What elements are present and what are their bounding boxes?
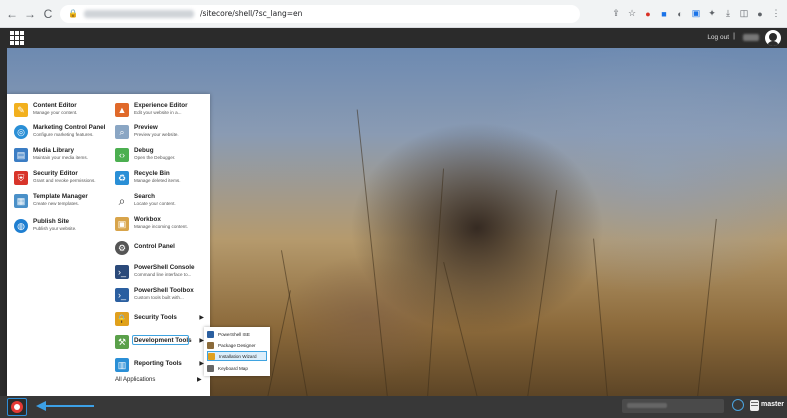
menu-item-reporting-tools[interactable]: ▥ Reporting Tools (115, 357, 182, 372)
menu-item-template-manager[interactable]: ▦ Template Manager Create new templates. (14, 193, 88, 208)
menu-item-security-tools[interactable]: 🔒 Security Tools (115, 311, 177, 326)
menu-item-powershell-toolbox[interactable]: ›_ PowerShell Toolbox Custom tools built … (115, 287, 194, 302)
url-path: /sitecore/shell/?sc_lang=en (199, 9, 303, 18)
media-icon: ▤ (14, 148, 28, 162)
menu-item-publish-site[interactable]: ◍ Publish Site Publish your website. (14, 218, 76, 233)
search-icon: ⌕ (118, 193, 126, 208)
all-applications-link[interactable]: All Applications (115, 377, 155, 383)
download-icon[interactable]: ⤓ (723, 8, 733, 19)
extensions-puzzle-icon[interactable]: ✦ (707, 8, 717, 19)
sitecore-logo-icon (11, 401, 23, 413)
submenu-item-keyboard-map[interactable]: Keyboard Map (207, 363, 267, 373)
powershell-ise-icon (207, 330, 214, 338)
menu-dots-icon[interactable]: ⋮ (771, 8, 781, 19)
forward-icon[interactable]: → (24, 8, 36, 20)
star-icon[interactable]: ☆ (627, 8, 637, 19)
share-icon[interactable]: ⇪ (611, 8, 621, 19)
topbar-separator: | (733, 33, 735, 40)
database-icon[interactable] (750, 400, 759, 411)
menu-item-control-panel[interactable]: ⚙ Control Panel (115, 240, 175, 255)
menu-item-media-library[interactable]: ▤ Media Library Maintain your media items… (14, 147, 88, 162)
submenu-item-installation-wizard[interactable]: Installation Wizard (207, 351, 267, 361)
menu-item-powershell-console[interactable]: ›_ PowerShell Console Command line interf… (115, 264, 195, 279)
target-icon: ◎ (14, 125, 28, 139)
extension-red-icon[interactable]: ● (643, 9, 653, 19)
package-designer-icon (207, 341, 214, 349)
pencil-icon: ✎ (14, 103, 28, 117)
extension-blue-icon[interactable]: ■ (659, 9, 669, 19)
browser-extensions: ⇪ ☆ ● ■ ◐ ▣ ✦ ⤓ ◫ ● ⋮ (611, 8, 781, 19)
experience-icon: ▲ (115, 103, 129, 117)
recycle-icon: ♻ (115, 171, 129, 185)
development-tools-selection-outline (132, 335, 189, 345)
debug-icon: ‹› (115, 148, 129, 162)
redacted-username (743, 34, 759, 41)
back-icon[interactable]: ← (6, 8, 18, 20)
menu-item-content-editor[interactable]: ✎ Content Editor Manage your content. (14, 102, 77, 117)
start-menu: ✎ Content Editor Manage your content. ◎ M… (7, 94, 210, 396)
sidepanel-icon[interactable]: ◫ (739, 8, 749, 19)
security-tools-arrow-icon: ▶ (199, 315, 204, 321)
address-bar[interactable]: 🔒 /sitecore/shell/?sc_lang=en (60, 4, 580, 23)
profile-icon[interactable]: ● (755, 9, 765, 19)
submenu-item-powershell-ise[interactable]: PowerShell ISE (207, 329, 267, 339)
reload-icon[interactable]: C (42, 8, 54, 20)
submenu-item-package-designer[interactable]: Package Designer (207, 340, 267, 350)
lock-icon: 🔒 (68, 9, 78, 18)
lock-icon: 🔒 (115, 312, 129, 326)
screen: { "browser": { "url_path": "/sitecore/sh… (0, 0, 787, 418)
keyboard-map-icon (207, 364, 214, 372)
pointer-arrow-icon (36, 401, 94, 411)
language-globe-icon[interactable] (732, 399, 744, 411)
redacted-host (83, 9, 194, 18)
development-tools-submenu: PowerShell ISE Package Designer Installa… (204, 327, 270, 376)
installation-wizard-icon (208, 352, 215, 360)
reporting-tools-icon: ▥ (115, 358, 129, 372)
menu-item-recycle-bin[interactable]: ♻ Recycle Bin Manage deleted items. (115, 170, 180, 185)
template-icon: ▦ (14, 194, 28, 208)
extension-doc-icon[interactable]: ▣ (691, 8, 701, 19)
shield-icon: ⛨ (14, 171, 28, 185)
menu-item-experience-editor[interactable]: ▲ Experience Editor Edit your website in … (115, 102, 188, 117)
preview-icon: ⌕ (115, 125, 129, 139)
taskbar-search-input[interactable] (622, 399, 724, 413)
workbox-icon: ▣ (115, 217, 129, 231)
menu-item-security-editor[interactable]: ⛨ Security Editor Grant and revoke permis… (14, 170, 96, 185)
control-panel-icon: ⚙ (115, 241, 129, 255)
logout-link[interactable]: Log out (707, 34, 729, 41)
powershell-toolbox-icon: ›_ (115, 288, 129, 302)
globe-icon: ◍ (14, 219, 28, 233)
menu-item-search[interactable]: ⌕ Search Locate your content. (115, 193, 176, 208)
menu-item-preview[interactable]: ⌕ Preview Preview your website. (115, 124, 179, 139)
avatar[interactable] (765, 30, 781, 46)
powershell-console-icon: ›_ (115, 265, 129, 279)
apps-grid-icon[interactable] (10, 31, 24, 45)
extension-gray-icon[interactable]: ◐ (675, 9, 685, 19)
menu-item-marketing-control-panel[interactable]: ◎ Marketing Control Panel Configure marke… (14, 124, 105, 139)
menu-item-workbox[interactable]: ▣ Workbox Manage incoming content. (115, 216, 188, 231)
development-tools-icon: ⚒ (115, 335, 129, 349)
browser-toolbar: ← → C 🔒 /sitecore/shell/?sc_lang=en ⇪ ☆ … (0, 0, 787, 28)
menu-item-debug[interactable]: ‹› Debug Open the Debugger. (115, 147, 175, 162)
sitecore-top-bar: Log out | (0, 28, 787, 48)
all-applications-arrow-icon: ▶ (197, 377, 202, 383)
start-button[interactable] (7, 398, 27, 416)
database-name[interactable]: master (761, 401, 784, 408)
